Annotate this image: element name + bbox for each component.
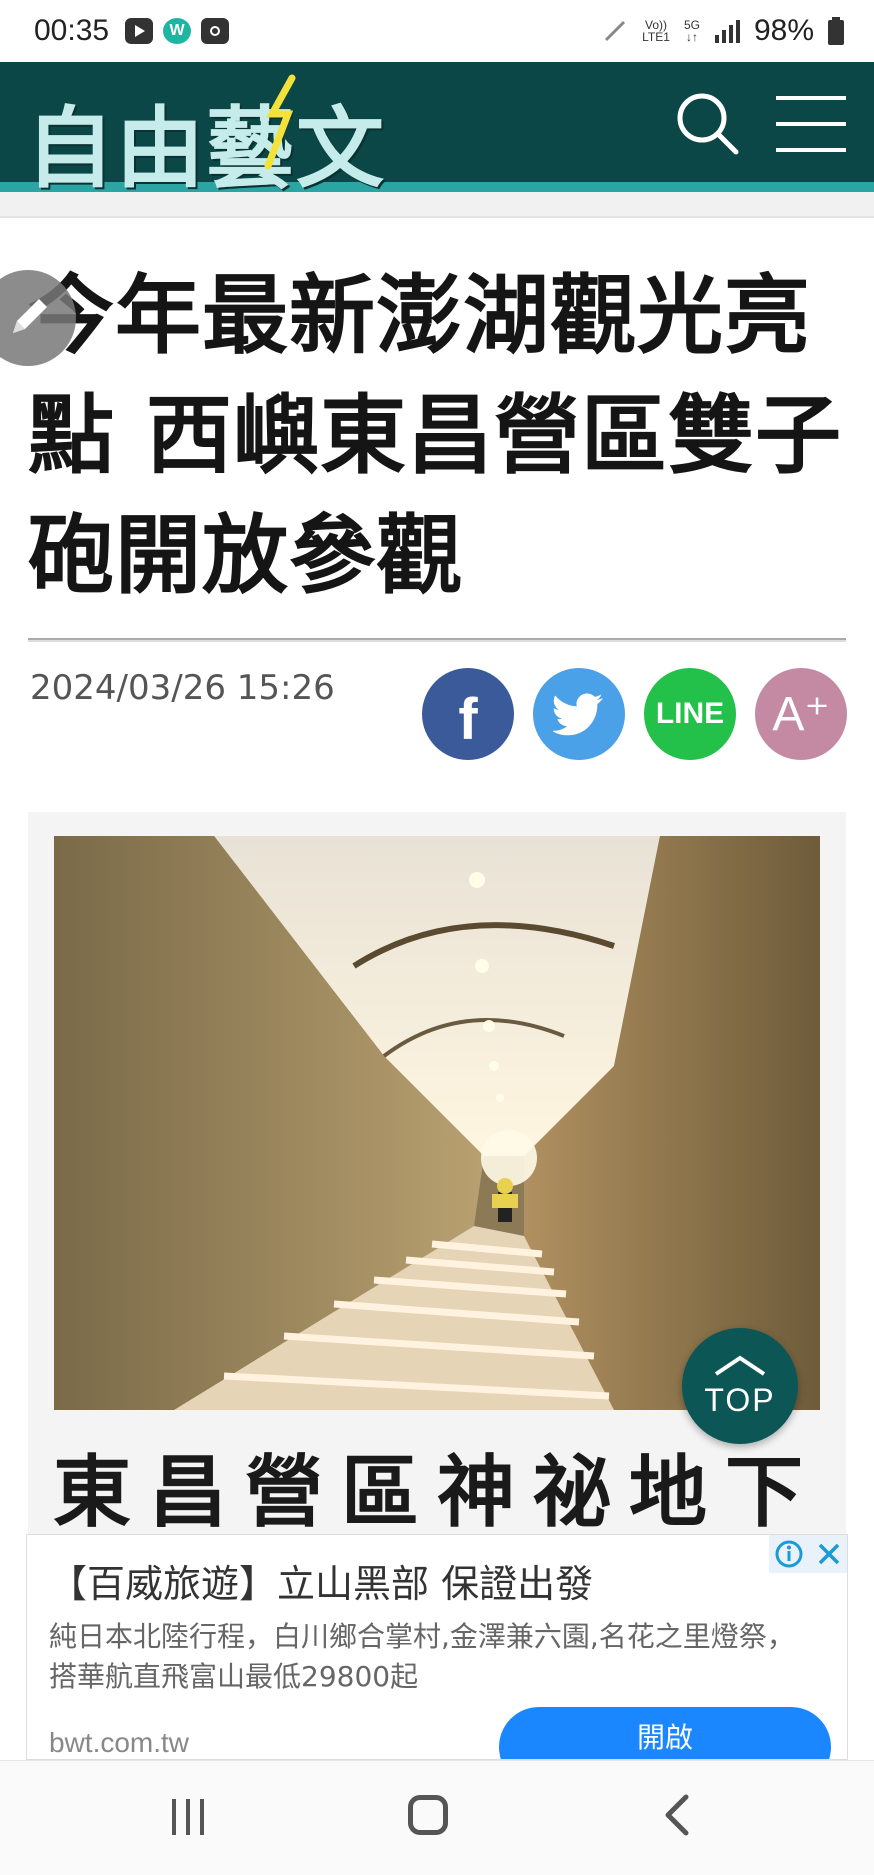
status-left: 00:35 W	[34, 14, 230, 48]
article-date: 2024/03/26 15:26	[30, 668, 335, 708]
battery-icon	[828, 17, 844, 45]
facebook-share-button[interactable]: f	[422, 668, 514, 760]
back-to-top-button[interactable]: TOP	[682, 1328, 798, 1444]
headline-divider	[28, 638, 846, 642]
twitter-share-button[interactable]	[533, 668, 625, 760]
ad-open-button[interactable]: 開啟	[499, 1707, 831, 1759]
ad-title[interactable]: 【百威旅遊】立山黑部 保證出發	[49, 1553, 593, 1608]
twitter-icon	[553, 693, 603, 736]
volte-indicator: Vo)) LTE1	[642, 19, 670, 43]
status-right: Vo)) LTE1 5G ↓↑ 98%	[602, 14, 844, 48]
status-bar: 00:35 W Vo)) LTE1 5G ↓↑ 98%	[0, 0, 874, 62]
signal-icon	[714, 20, 740, 43]
ad-banner[interactable]: 【百威旅遊】立山黑部 保證出發 純日本北陸行程，白川鄉合掌村,金澤兼六園,名花之…	[26, 1534, 848, 1760]
photo-caption: 東昌營區神祕地下	[52, 1448, 821, 1538]
5g-bottom: ↓↑	[685, 30, 698, 44]
chevron-up-icon	[714, 1355, 766, 1376]
site-logo[interactable]: 自由藝文	[26, 78, 386, 205]
top-label: TOP	[704, 1381, 776, 1418]
menu-line	[776, 96, 846, 100]
font-size-button[interactable]: A⁺	[755, 668, 847, 760]
ad-close-icon[interactable]	[809, 1535, 847, 1573]
search-icon[interactable]	[672, 88, 742, 158]
facebook-icon: f	[458, 687, 478, 752]
line-label: LINE	[655, 697, 725, 730]
5g-indicator: 5G ↓↑	[684, 19, 700, 43]
app-icon	[201, 18, 230, 44]
article-headline: 今年最新澎湖觀光亮點 西嶼東昌營區雙子砲開放參觀	[28, 266, 842, 606]
home-icon[interactable]	[408, 1795, 448, 1835]
battery-percent: 98%	[753, 14, 814, 47]
youtube-icon	[125, 18, 154, 44]
header-gap	[0, 192, 874, 216]
ad-body: 純日本北陸行程，白川鄉合掌村,金澤兼六園,名花之里燈祭，搭華航直飛富山最低298…	[49, 1620, 795, 1693]
logo-accent-icon	[264, 74, 296, 170]
ad-domain: bwt.com.tw	[49, 1727, 190, 1758]
line-share-button[interactable]: LINE	[644, 668, 736, 760]
article-photo[interactable]	[54, 836, 820, 1410]
pen-icon	[605, 20, 626, 42]
menu-line	[776, 122, 846, 126]
pen-icon	[13, 299, 47, 333]
menu-line	[776, 148, 846, 152]
ad-info-icon[interactable]	[769, 1535, 809, 1573]
system-nav-bar	[0, 1760, 874, 1875]
recent-apps-icon[interactable]	[168, 1797, 208, 1837]
volte-bottom: LTE1	[642, 30, 670, 44]
status-time: 00:35	[34, 14, 110, 47]
back-icon[interactable]	[662, 1793, 692, 1837]
photo-panel: 東昌營區神祕地下	[28, 812, 846, 1572]
webtoon-icon: W	[163, 18, 192, 44]
app-header: 自由藝文	[0, 62, 874, 200]
hamburger-menu-icon[interactable]	[776, 96, 846, 152]
font-size-label: A⁺	[772, 688, 830, 741]
